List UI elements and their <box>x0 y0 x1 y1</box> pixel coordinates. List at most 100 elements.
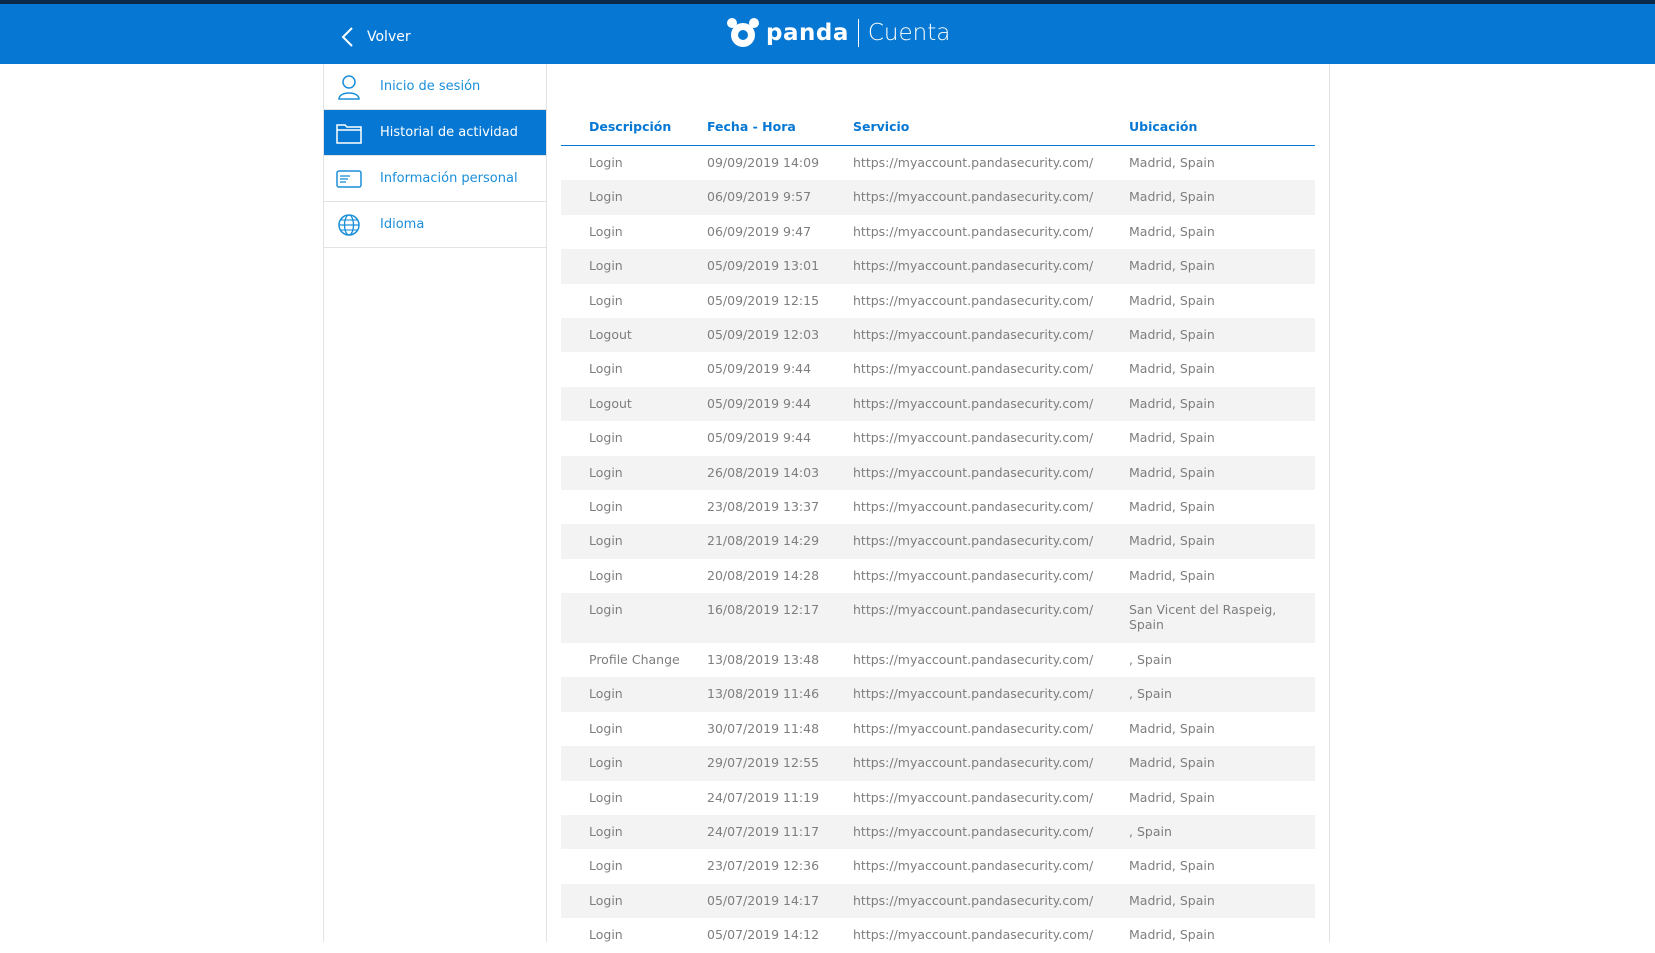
cell-descripcion: Login <box>589 533 623 549</box>
cell-servicio: https://myaccount.pandasecurity.com/ <box>853 292 1094 308</box>
cell-ubicacion: , Spain <box>1129 652 1172 668</box>
cell-servicio: https://myaccount.pandasecurity.com/ <box>853 326 1094 342</box>
column-header-fecha-hora[interactable]: Fecha - Hora <box>707 119 853 134</box>
cell-fecha-hora: 23/07/2019 12:36 <box>707 858 820 874</box>
cell-servicio: https://myaccount.pandasecurity.com/ <box>853 361 1094 377</box>
table-row: Login 20/08/2019 14:28 https://myaccount.p… <box>561 559 1315 593</box>
globe-icon <box>336 212 362 238</box>
top-header: Volver panda Cuenta <box>0 4 1655 64</box>
table-row: Login 09/09/2019 14:09 https://myaccount.p… <box>561 146 1315 180</box>
table-row: Login 05/09/2019 9:44 https://myaccount.pa… <box>561 421 1315 455</box>
section-title: Cuenta <box>867 20 951 46</box>
sidebar-item-idioma[interactable]: Idioma <box>324 202 546 248</box>
sidebar-item-informacion-personal[interactable]: Información personal <box>324 156 546 202</box>
table-row: Login 05/07/2019 14:12 https://myaccount.p… <box>561 918 1315 952</box>
table-row: Login 26/08/2019 14:03 https://myaccount.p… <box>561 455 1315 490</box>
cell-descripcion: Login <box>589 602 623 618</box>
table-body: Login 09/09/2019 14:09 https://myaccount.p… <box>561 146 1315 953</box>
column-header-servicio[interactable]: Servicio <box>853 119 1129 134</box>
cell-fecha-hora: 29/07/2019 12:55 <box>707 755 820 771</box>
sidebar-item-label: Historial de actividad <box>380 125 518 140</box>
cell-fecha-hora: 06/09/2019 9:57 <box>707 189 812 205</box>
sidebar-item-label: Inicio de sesión <box>380 79 481 94</box>
table-row: Login 05/07/2019 14:17 https://myaccount.p… <box>561 883 1315 919</box>
cell-fecha-hora: 16/08/2019 12:17 <box>707 602 820 618</box>
cell-fecha-hora: 05/09/2019 12:03 <box>707 326 820 342</box>
cell-servicio: https://myaccount.pandasecurity.com/ <box>853 430 1094 446</box>
table-row: Login 05/09/2019 12:15 https://myaccount.p… <box>561 284 1315 318</box>
sidebar-item-historial[interactable]: Historial de actividad <box>324 110 546 156</box>
chevron-left-icon <box>341 27 353 47</box>
activity-history-table: Descripción Fecha - Hora Servicio Ubicac… <box>561 108 1315 953</box>
table-row: Login 30/07/2019 11:48 https://myaccount.p… <box>561 712 1315 746</box>
cell-descripcion: Logout <box>589 395 632 411</box>
panda-logo-icon <box>727 18 759 47</box>
cell-fecha-hora: 23/08/2019 13:37 <box>707 498 820 514</box>
cell-ubicacion: Madrid, Spain <box>1129 292 1215 308</box>
cell-servicio: https://myaccount.pandasecurity.com/ <box>853 464 1094 480</box>
table-row: Login 16/08/2019 12:17 https://myaccount.p… <box>561 593 1315 644</box>
cell-servicio: https://myaccount.pandasecurity.com/ <box>853 395 1094 411</box>
cell-descripcion: Profile Change <box>589 652 680 668</box>
cell-fecha-hora: 05/07/2019 14:17 <box>707 892 820 908</box>
cell-ubicacion: Madrid, Spain <box>1129 567 1215 583</box>
table-row: Logout 05/09/2019 12:03 https://myaccount.… <box>561 317 1315 353</box>
user-icon <box>336 74 362 100</box>
cell-ubicacion: Madrid, Spain <box>1129 533 1215 549</box>
cell-fecha-hora: 20/08/2019 14:28 <box>707 567 820 583</box>
cell-fecha-hora: 26/08/2019 14:03 <box>707 464 820 480</box>
cell-fecha-hora: 05/09/2019 9:44 <box>707 361 812 377</box>
cell-fecha-hora: 09/09/2019 14:09 <box>707 155 820 170</box>
cell-fecha-hora: 13/08/2019 13:48 <box>707 652 820 668</box>
column-header-ubicacion[interactable]: Ubicación <box>1129 119 1315 134</box>
table-row: Login 05/09/2019 9:44 https://myaccount.pa… <box>561 352 1315 386</box>
table-row: Login 21/08/2019 14:29 https://myaccount.p… <box>561 524 1315 559</box>
cell-servicio: https://myaccount.pandasecurity.com/ <box>853 189 1094 205</box>
cell-ubicacion: Madrid, Spain <box>1129 464 1215 480</box>
cell-ubicacion: Madrid, Spain <box>1129 258 1215 274</box>
cell-descripcion: Login <box>589 223 623 239</box>
cell-servicio: https://myaccount.pandasecurity.com/ <box>853 258 1094 274</box>
folder-icon <box>336 120 362 146</box>
table-row: Login 23/08/2019 13:37 https://myaccount.p… <box>561 490 1315 524</box>
id-card-icon <box>336 166 362 192</box>
cell-descripcion: Login <box>589 686 623 702</box>
sidebar-item-label: Información personal <box>380 171 518 186</box>
cell-fecha-hora: 05/09/2019 13:01 <box>707 258 820 274</box>
cell-descripcion: Login <box>589 789 623 805</box>
back-button[interactable]: Volver <box>339 26 411 48</box>
cell-descripcion: Login <box>589 720 623 736</box>
cell-servicio: https://myaccount.pandasecurity.com/ <box>853 155 1094 170</box>
table-row: Profile Change 13/08/2019 13:48 https://my… <box>561 643 1315 677</box>
table-row: Login 24/07/2019 11:19 https://myaccount.p… <box>561 781 1315 815</box>
cell-descripcion: Login <box>589 189 623 205</box>
brand-wordmark: panda <box>766 20 849 46</box>
cell-servicio: https://myaccount.pandasecurity.com/ <box>853 223 1094 239</box>
brand-divider <box>857 19 859 47</box>
cell-ubicacion: Madrid, Spain <box>1129 155 1215 170</box>
cell-fecha-hora: 21/08/2019 14:29 <box>707 533 820 549</box>
cell-fecha-hora: 06/09/2019 9:47 <box>707 223 812 239</box>
column-header-descripcion[interactable]: Descripción <box>561 119 707 134</box>
cell-ubicacion: Madrid, Spain <box>1129 720 1215 736</box>
cell-descripcion: Login <box>589 155 623 170</box>
cell-fecha-hora: 24/07/2019 11:17 <box>707 824 820 840</box>
back-label: Volver <box>367 29 411 45</box>
cell-ubicacion: Madrid, Spain <box>1129 789 1215 805</box>
table-header: Descripción Fecha - Hora Servicio Ubicac… <box>561 108 1315 146</box>
cell-descripcion: Login <box>589 292 623 308</box>
cell-servicio: https://myaccount.pandasecurity.com/ <box>853 686 1094 702</box>
cell-servicio: https://myaccount.pandasecurity.com/ <box>853 567 1094 583</box>
cell-descripcion: Login <box>589 824 623 840</box>
cell-descripcion: Login <box>589 927 623 943</box>
cell-ubicacion: Madrid, Spain <box>1129 395 1215 411</box>
sidebar: Inicio de sesión Historial de actividad … <box>324 64 547 942</box>
cell-ubicacion: Madrid, Spain <box>1129 858 1215 874</box>
table-row: Login 05/09/2019 13:01 https://myaccount.p… <box>561 249 1315 284</box>
sidebar-item-inicio-sesion[interactable]: Inicio de sesión <box>324 64 546 110</box>
cell-ubicacion: , Spain <box>1129 686 1172 702</box>
cell-ubicacion: Madrid, Spain <box>1129 189 1215 205</box>
cell-descripcion: Login <box>589 892 623 908</box>
cell-descripcion: Logout <box>589 326 632 342</box>
cell-ubicacion: Madrid, Spain <box>1129 430 1215 446</box>
